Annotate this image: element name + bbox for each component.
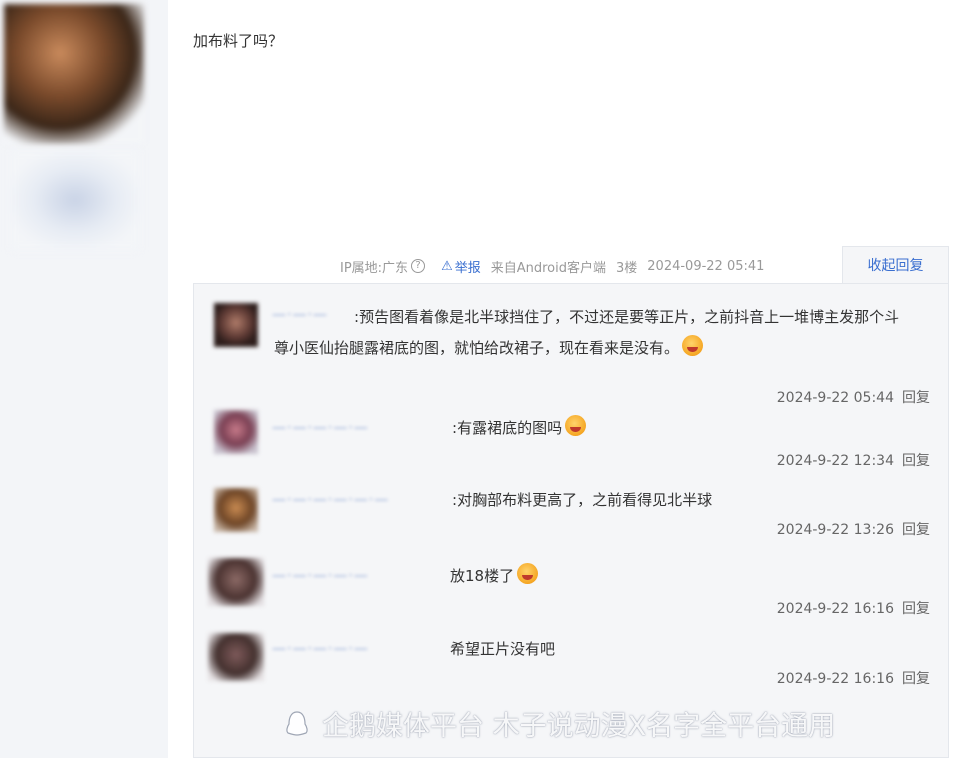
report-label: 举报 [454,260,481,276]
reply-text-body: 预告图看着像是北半球挡住了，不过还是要等正片，之前抖音上一堆博主发那个斗尊小医仙… [274,308,900,357]
reply-item: —·—·—·—·— 希望正片没有吧 2024-9-22 16:16 回复 [194,629,950,701]
author-badge [10,150,140,250]
report-link[interactable]: ⚠ 举报 [441,257,481,276]
reply-item: —·—·— :预告图看着像是北半球挡住了，不过还是要等正片，之前抖音上一堆博主发… [194,298,950,406]
reply-footer: 2024-9-22 12:34 回复 [777,450,930,470]
reply-avatar[interactable] [208,558,264,606]
reply-text: :有露裙底的图吗 [452,413,587,444]
reply-footer: 2024-9-22 16:16 回复 [777,668,930,688]
client-source: 来自Android客户端 [490,260,606,276]
emoji-icon [682,335,704,356]
author-avatar[interactable] [4,4,144,144]
reply-item: —·—·—·—·— 放18楼了 2024-9-22 16:16 回复 [194,554,950,626]
reply-time: 2024-9-22 13:26 [776,522,894,538]
reply-footer: 2024-9-22 16:16 回复 [777,598,930,618]
reply-avatar[interactable] [214,488,258,532]
reply-time: 2024-9-22 05:44 [776,390,894,406]
reply-avatar[interactable] [214,303,258,347]
reply-text: 希望正片没有吧 [450,634,555,665]
reply-time: 2024-9-22 16:16 [776,671,894,687]
reply-button[interactable]: 回复 [902,601,930,617]
reply-avatar[interactable] [208,633,264,681]
reply-avatar[interactable] [214,410,258,454]
reply-text: :预告图看着像是北半球挡住了，不过还是要等正片，之前抖音上一堆博主发那个斗尊小医… [274,308,900,357]
reply-time: 2024-9-22 16:16 [776,601,894,617]
reply-button[interactable]: 回复 [902,522,930,538]
reply-username[interactable]: —·—·—·—·— [272,568,369,584]
ip-location: IP属地:广东 [340,260,409,276]
reply-text-body: 有露裙底的图吗 [457,419,563,437]
reply-panel: —·—·— :预告图看着像是北半球挡住了，不过还是要等正片，之前抖音上一堆博主发… [193,283,949,758]
reply-username[interactable]: —·—·—·—·— [272,641,369,657]
watermark-text: 企鹅媒体平台 木子说动漫X名字全平台通用 [322,711,836,742]
reply-time: 2024-9-22 12:34 [776,453,894,469]
reply-footer: 2024-9-22 13:26 回复 [777,519,930,539]
reply-item: —·—·—·—·—·— :对胸部布料更高了，之前看得见北半球 2024-9-22… [194,482,950,554]
post-meta-row: IP属地:广东 ? ⚠ 举报 来自Android客户端 3楼 2024-09-2… [340,256,764,276]
emoji-icon [565,415,587,436]
reply-username[interactable]: —·—·—·—·— [272,420,369,436]
reply-text: 放18楼了 [450,561,539,592]
reply-button[interactable]: 回复 [902,390,930,406]
reply-text-body: 放18楼了 [450,567,515,585]
reply-username[interactable]: —·—·—·—·—·— [272,492,389,508]
floor-number: 3楼 [616,260,638,276]
help-circle-icon[interactable]: ? [411,259,426,273]
reply-text: :对胸部布料更高了，之前看得见北半球 [452,491,713,509]
reply-text-body: 希望正片没有吧 [450,640,556,658]
emoji-icon [517,563,539,584]
penguin-icon [286,710,308,736]
collapse-replies-button[interactable]: 收起回复 [842,246,949,284]
warning-icon: ⚠ [441,258,453,274]
reply-footer: 2024-9-22 05:44 回复 [777,387,930,407]
post-content: 加布料了吗？ [193,32,284,50]
reply-item: —·—·—·—·— :有露裙底的图吗 2024-9-22 12:34 回复 [194,406,950,478]
reply-button[interactable]: 回复 [902,671,930,687]
reply-text-body: 对胸部布料更高了，之前看得见北半球 [457,491,713,509]
author-sidebar [0,0,168,758]
post-date: 2024-09-22 05:41 [647,258,765,274]
reply-button[interactable]: 回复 [902,453,930,469]
watermark: 企鹅媒体平台 木子说动漫X名字全平台通用 [282,704,835,743]
